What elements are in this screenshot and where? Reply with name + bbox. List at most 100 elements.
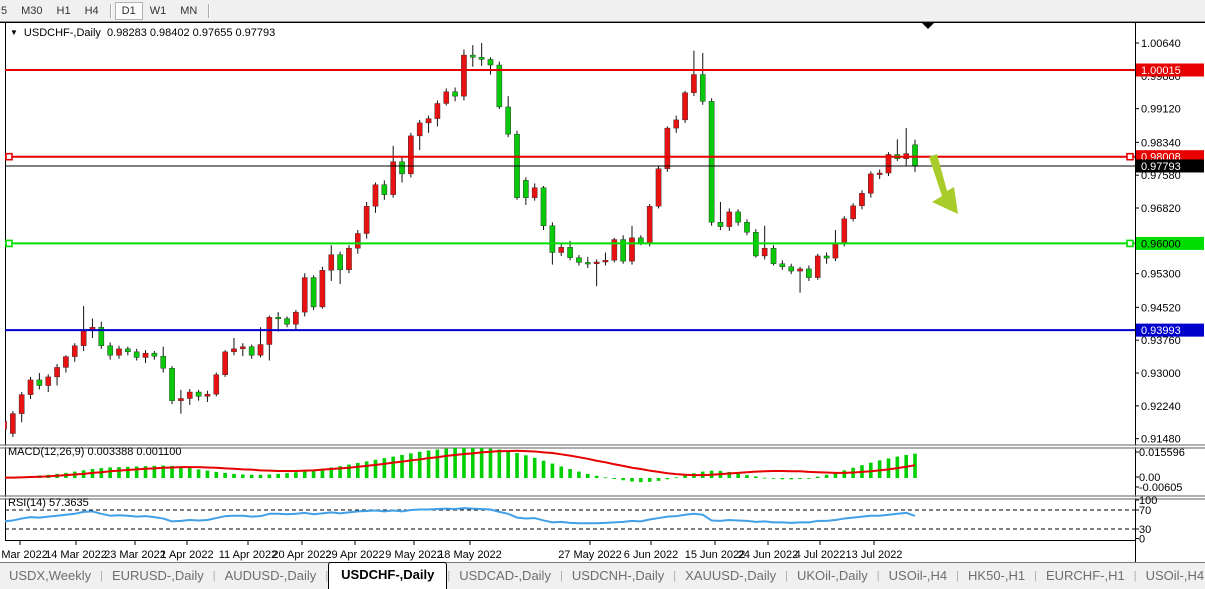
candle-bear <box>399 162 404 174</box>
svg-text:0.99120: 0.99120 <box>1141 104 1181 116</box>
svg-text:0.93000: 0.93000 <box>1141 368 1181 380</box>
candle-bear <box>576 258 581 263</box>
candle-bear <box>771 248 776 264</box>
candle-bull <box>1 421 6 429</box>
trading-terminal-window: 5M30H1H4D1W1MN 1.006400.998800.991200.98… <box>0 0 1205 589</box>
svg-text:11 Apr 2022: 11 Apr 2022 <box>219 549 278 561</box>
timeframe-button-5[interactable]: 5 <box>0 2 14 20</box>
candle-bear <box>700 75 705 102</box>
timeframe-button-W1[interactable]: W1 <box>143 2 174 20</box>
timeframe-button-H1[interactable]: H1 <box>50 2 78 20</box>
svg-text:0.96820: 0.96820 <box>1141 203 1181 215</box>
chart-tab-ukoil-daily[interactable]: UKOil-,Daily <box>788 564 877 589</box>
candle-bull <box>178 399 183 401</box>
candle-bear <box>452 92 457 96</box>
chart-tab-audusd-daily[interactable]: AUDUSD-,Daily <box>216 564 326 589</box>
candle-bear <box>550 226 555 253</box>
candle-bull <box>859 193 864 206</box>
svg-text:14 Mar 2022: 14 Mar 2022 <box>45 549 107 561</box>
candle-bear <box>134 352 139 358</box>
chart-tab-usoil-h4[interactable]: USOil-,H4 <box>880 564 957 589</box>
candle-bull <box>603 260 608 262</box>
support-line-green-handle[interactable] <box>1127 240 1133 246</box>
svg-text:4 Mar 2022: 4 Mar 2022 <box>0 549 48 561</box>
candle-bull <box>240 347 245 349</box>
svg-text:0.95300: 0.95300 <box>1141 269 1181 281</box>
chart-symbol-label: USDCHF-,Daily <box>24 27 101 39</box>
candle-bear <box>497 65 502 107</box>
svg-text:0.92240: 0.92240 <box>1141 401 1181 413</box>
resistance-line-lower-handle[interactable] <box>1127 154 1133 160</box>
chart-tab-usdcnh-daily[interactable]: USDCNH-,Daily <box>563 564 673 589</box>
candle-bull <box>842 219 847 243</box>
candle-bear <box>718 222 723 226</box>
candle-bull <box>329 255 334 271</box>
candle-bear <box>488 59 493 65</box>
candle-bear <box>789 267 794 271</box>
candle-bull <box>143 353 148 357</box>
chart-tab-bar: USDX,Weekly|EURUSD-,Daily|AUDUSD-,Daily|… <box>0 562 1205 589</box>
chart-tab-xauusd-daily[interactable]: XAUUSD-,Daily <box>676 564 785 589</box>
candle-bear <box>824 256 829 258</box>
chart-tab-eurchf-h1[interactable]: EURCHF-,H1 <box>1037 564 1134 589</box>
candle-bear <box>736 212 741 222</box>
chart-tab-usdx-weekly[interactable]: USDX,Weekly <box>0 564 100 589</box>
candle-bull <box>320 270 325 307</box>
chart-dropdown-icon[interactable]: ▼ <box>10 28 18 37</box>
chart-tab-eurusd-daily[interactable]: EURUSD-,Daily <box>103 564 213 589</box>
timeframe-button-H4[interactable]: H4 <box>78 2 106 20</box>
chart-canvas[interactable]: 1.006400.998800.991200.983400.975800.968… <box>0 21 1205 563</box>
macd-axis: 0.0155960.00-0.00605 <box>1135 447 1185 494</box>
candle-bear <box>638 238 643 243</box>
macd-indicator-label: MACD(12,26,9) 0.003388 0.001100 <box>8 446 181 458</box>
down-arrow-annotation[interactable] <box>929 154 958 214</box>
svg-text:0.98340: 0.98340 <box>1141 137 1181 149</box>
support-line-green-handle[interactable] <box>6 240 12 246</box>
candle-bull <box>231 349 236 352</box>
svg-text:13 Jul 2022: 13 Jul 2022 <box>846 549 903 561</box>
rsi-axis: 10070300 <box>1135 495 1157 546</box>
chart-tab-hk50-h1[interactable]: HK50-,H1 <box>959 564 1034 589</box>
timeframe-button-MN[interactable]: MN <box>173 2 204 20</box>
candle-bear <box>37 380 42 386</box>
candle-bear <box>506 107 511 134</box>
candle-bear <box>912 145 917 166</box>
candle-bull <box>28 380 33 395</box>
candle-bear <box>311 278 316 307</box>
support-line-green-price-badge: 0.96000 <box>1136 237 1204 251</box>
svg-text:24 Jun 2022: 24 Jun 2022 <box>738 549 799 561</box>
chart-shift-marker-icon[interactable] <box>922 23 934 29</box>
candle-bear <box>806 269 811 278</box>
candle-bull <box>674 120 679 128</box>
svg-text:0.91480: 0.91480 <box>1141 434 1181 446</box>
svg-text:0.94520: 0.94520 <box>1141 302 1181 314</box>
candle-bull <box>594 262 599 264</box>
candlestick-series <box>1 43 917 439</box>
candle-bull <box>727 212 732 227</box>
candle-bull <box>81 331 86 346</box>
timeframe-button-D1[interactable]: D1 <box>115 2 143 20</box>
svg-text:70: 70 <box>1139 505 1151 517</box>
toolbar-separator <box>208 4 209 18</box>
candle-bear <box>284 319 289 325</box>
candle-bull <box>797 269 802 271</box>
svg-text:0.93993: 0.93993 <box>1141 325 1181 337</box>
chart-tab-usoil-h4[interactable]: USOil-,H4 <box>1137 564 1205 589</box>
candle-bull <box>833 243 838 258</box>
timeframe-button-M30[interactable]: M30 <box>14 2 49 20</box>
candle-bear <box>108 346 113 356</box>
candle-bull <box>293 312 298 324</box>
bid-price-line-price-badge: 0.97793 <box>1136 159 1204 173</box>
resistance-line-lower-handle[interactable] <box>6 154 12 160</box>
candle-bear <box>161 356 166 368</box>
candle-bull <box>762 248 767 256</box>
candle-bear <box>338 255 343 270</box>
candle-bull <box>868 174 873 193</box>
candle-bull <box>46 377 51 386</box>
candle-bear <box>585 262 590 264</box>
candle-bear <box>780 264 785 267</box>
chart-tab-usdcad-daily[interactable]: USDCAD-,Daily <box>450 564 560 589</box>
chart-tab-usdchf-daily[interactable]: USDCHF-,Daily <box>328 562 447 589</box>
candle-bull <box>214 375 219 394</box>
svg-text:27 May 2022: 27 May 2022 <box>558 549 622 561</box>
